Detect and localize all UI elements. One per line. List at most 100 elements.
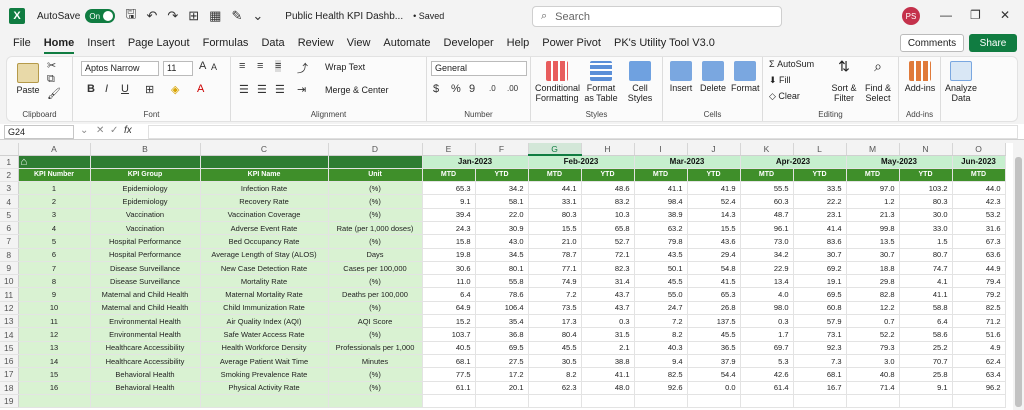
- align-center-icon[interactable]: ☰: [257, 83, 267, 96]
- value-cell[interactable]: 83.2: [581, 194, 635, 209]
- value-cell[interactable]: 82.3: [581, 261, 635, 276]
- empty-cell[interactable]: [899, 394, 953, 409]
- menu-tab-review[interactable]: Review: [298, 32, 334, 54]
- value-cell[interactable]: 57.9: [793, 314, 847, 329]
- column-header[interactable]: M: [846, 143, 900, 156]
- period-header[interactable]: MTD: [740, 168, 794, 183]
- month-header[interactable]: Jun-2023: [952, 155, 1006, 169]
- kpi-header[interactable]: KPI Name: [200, 168, 329, 183]
- value-cell[interactable]: 40.8: [846, 367, 900, 382]
- kpi-number-cell[interactable]: 1: [18, 181, 91, 196]
- fill-button[interactable]: ⬇ Fill: [769, 75, 791, 85]
- value-cell[interactable]: 7.2: [634, 314, 688, 329]
- unit-cell[interactable]: (%): [328, 381, 423, 395]
- value-cell[interactable]: 55.0: [634, 287, 688, 302]
- scrollbar-thumb[interactable]: [1015, 157, 1022, 407]
- value-cell[interactable]: 6.4: [422, 287, 476, 302]
- share-button[interactable]: Share: [969, 34, 1017, 52]
- menu-tab-home[interactable]: Home: [43, 32, 75, 54]
- value-cell[interactable]: 80.3: [899, 194, 953, 209]
- align-middle-icon[interactable]: ≡: [257, 60, 263, 72]
- insert-cells-button[interactable]: Insert: [667, 61, 695, 93]
- value-cell[interactable]: 43.7: [581, 287, 635, 302]
- kpi-group-cell[interactable]: Healthcare Accessibility: [90, 341, 201, 355]
- row-header[interactable]: 16: [0, 354, 19, 369]
- value-cell[interactable]: 30.6: [422, 261, 476, 276]
- value-cell[interactable]: 18.8: [846, 261, 900, 276]
- value-cell[interactable]: 41.9: [687, 181, 741, 196]
- value-cell[interactable]: 99.8: [846, 221, 900, 236]
- value-cell[interactable]: 92.3: [793, 341, 847, 355]
- value-cell[interactable]: 39.4: [422, 208, 476, 222]
- value-cell[interactable]: 52.2: [846, 327, 900, 342]
- insert-function-icon[interactable]: fx: [124, 125, 132, 136]
- value-cell[interactable]: 74.7: [899, 261, 953, 276]
- value-cell[interactable]: 21.0: [528, 234, 582, 249]
- value-cell[interactable]: 73.0: [740, 234, 794, 249]
- kpi-name-cell[interactable]: Maternal Mortality Rate: [200, 287, 329, 302]
- value-cell[interactable]: 15.8: [422, 234, 476, 249]
- value-cell[interactable]: 44.0: [952, 181, 1006, 196]
- row-header[interactable]: 15: [0, 341, 19, 355]
- empty-cell[interactable]: [200, 394, 329, 409]
- value-cell[interactable]: 4.1: [899, 274, 953, 289]
- value-cell[interactable]: 33.5: [793, 181, 847, 196]
- unit-cell[interactable]: Rate (per 1,000 doses): [328, 221, 423, 236]
- row-header[interactable]: 5: [0, 208, 19, 222]
- value-cell[interactable]: 78.7: [528, 248, 582, 262]
- comments-button[interactable]: Comments: [900, 34, 964, 52]
- cell-styles-button[interactable]: Cell Styles: [625, 61, 655, 103]
- unit-cell[interactable]: (%): [328, 181, 423, 196]
- enter-icon[interactable]: ✓: [110, 125, 118, 136]
- value-cell[interactable]: 96.2: [952, 381, 1006, 395]
- row-header[interactable]: 18: [0, 381, 19, 395]
- borders-icon[interactable]: ⊞: [188, 8, 199, 24]
- currency-icon[interactable]: $: [433, 83, 439, 95]
- select-all-corner[interactable]: [0, 143, 19, 156]
- avatar[interactable]: PS: [902, 7, 920, 25]
- kpi-group-cell[interactable]: Epidemiology: [90, 181, 201, 196]
- value-cell[interactable]: 61.1: [422, 381, 476, 395]
- kpi-name-cell[interactable]: Health Workforce Density: [200, 341, 329, 355]
- empty-cell[interactable]: [634, 394, 688, 409]
- period-header[interactable]: MTD: [846, 168, 900, 183]
- value-cell[interactable]: 35.4: [475, 314, 529, 329]
- header-cell[interactable]: [90, 155, 201, 169]
- kpi-name-cell[interactable]: Smoking Prevalence Rate: [200, 367, 329, 382]
- value-cell[interactable]: 16.7: [793, 381, 847, 395]
- value-cell[interactable]: 51.6: [952, 327, 1006, 342]
- column-header[interactable]: H: [581, 143, 635, 156]
- empty-cell[interactable]: [328, 394, 423, 409]
- value-cell[interactable]: 61.4: [740, 381, 794, 395]
- value-cell[interactable]: 15.5: [687, 221, 741, 236]
- format-painter-icon[interactable]: 🖌: [47, 87, 61, 100]
- unit-cell[interactable]: Deaths per 100,000: [328, 287, 423, 302]
- value-cell[interactable]: 20.1: [475, 381, 529, 395]
- kpi-header[interactable]: Unit: [328, 168, 423, 183]
- home-icon[interactable]: ⌂: [21, 156, 28, 168]
- value-cell[interactable]: 63.6: [952, 248, 1006, 262]
- minimize-icon[interactable]: —: [940, 8, 952, 22]
- empty-cell[interactable]: [422, 394, 476, 409]
- kpi-name-cell[interactable]: Infection Rate: [200, 181, 329, 196]
- empty-cell[interactable]: [528, 394, 582, 409]
- value-cell[interactable]: 62.4: [952, 354, 1006, 369]
- kpi-number-cell[interactable]: 10: [18, 301, 91, 316]
- value-cell[interactable]: 11.0: [422, 274, 476, 289]
- value-cell[interactable]: 54.8: [687, 261, 741, 276]
- value-cell[interactable]: 79.3: [846, 341, 900, 355]
- value-cell[interactable]: 3.0: [846, 354, 900, 369]
- redo-icon[interactable]: ↷: [167, 8, 178, 24]
- row-header[interactable]: 2: [0, 168, 19, 183]
- column-header[interactable]: A: [18, 143, 91, 156]
- column-header[interactable]: E: [422, 143, 476, 156]
- unit-cell[interactable]: (%): [328, 194, 423, 209]
- column-header[interactable]: F: [475, 143, 529, 156]
- menu-tab-view[interactable]: View: [347, 32, 371, 54]
- value-cell[interactable]: 77.5: [422, 367, 476, 382]
- close-icon[interactable]: ✕: [1000, 8, 1010, 22]
- row-header[interactable]: 9: [0, 261, 19, 276]
- kpi-number-cell[interactable]: 7: [18, 261, 91, 276]
- value-cell[interactable]: 98.4: [634, 194, 688, 209]
- save-icon[interactable]: 🖫: [125, 5, 136, 27]
